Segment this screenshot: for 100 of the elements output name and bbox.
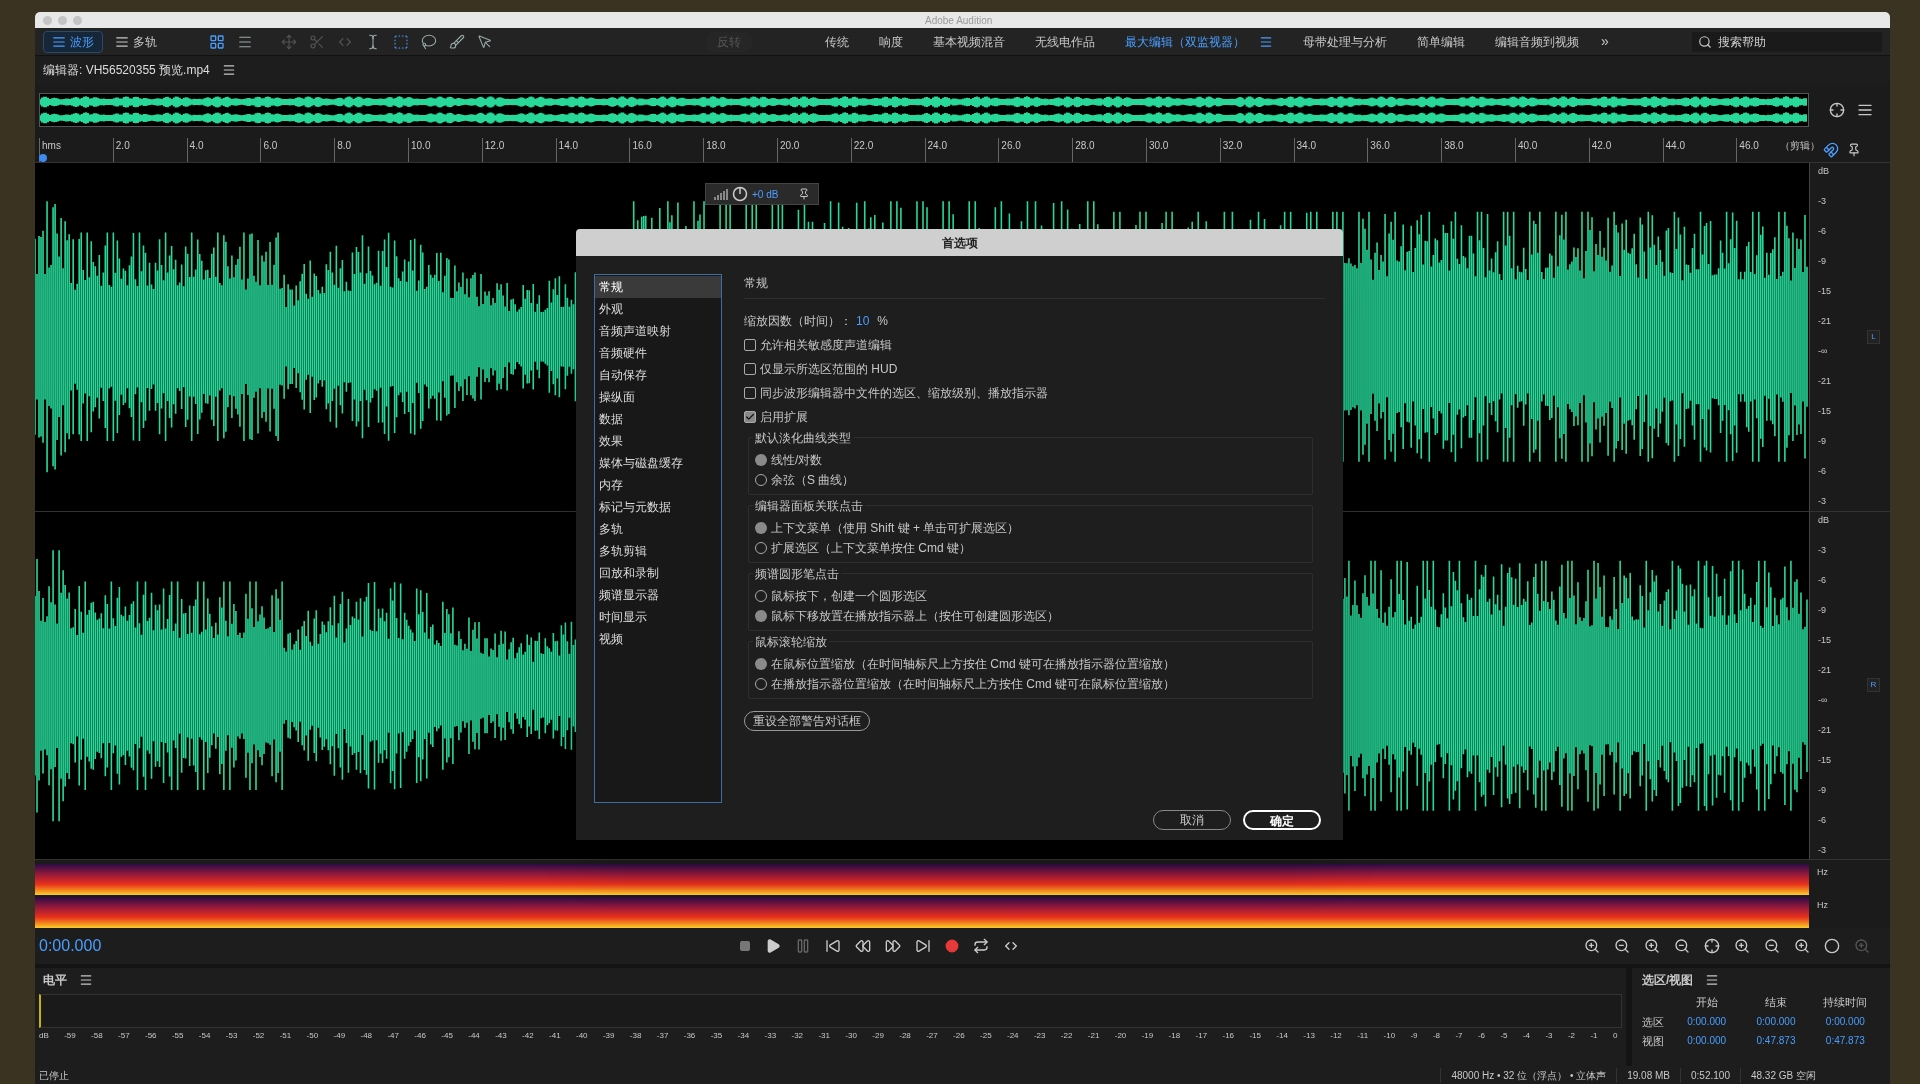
fast-forward-icon[interactable] bbox=[885, 938, 901, 954]
dialog-button[interactable]: 确定 bbox=[1243, 810, 1321, 830]
category-item[interactable]: 音频声道映射 bbox=[595, 320, 721, 342]
hud-panel[interactable]: +0 dB bbox=[705, 183, 820, 205]
ruler-label: 36.0 bbox=[1367, 138, 1442, 162]
meter-scale-label: -4 bbox=[1522, 1030, 1531, 1042]
ruler-label: 12.0 bbox=[481, 138, 556, 162]
meter-scale-label: -50 bbox=[306, 1030, 319, 1042]
checkbox-label: 启用扩展 bbox=[760, 409, 808, 426]
row-label: 视图 bbox=[1642, 1034, 1665, 1049]
play-icon[interactable] bbox=[765, 938, 781, 954]
time-value[interactable]: 0:00.000 bbox=[1741, 1013, 1811, 1030]
time-value[interactable]: 0:47.873 bbox=[1741, 1033, 1811, 1050]
pin-icon[interactable] bbox=[798, 188, 811, 200]
radio-button[interactable] bbox=[755, 454, 767, 466]
workspace-tab[interactable]: 响度 bbox=[879, 32, 903, 51]
category-item[interactable]: 音频硬件 bbox=[595, 342, 721, 364]
meter-scale-label: -42 bbox=[522, 1030, 534, 1042]
workspace-tab[interactable]: 最大编辑（双监视器） bbox=[1125, 32, 1245, 51]
category-item[interactable]: 外观 bbox=[595, 298, 721, 320]
workspace-tab[interactable]: 传统 bbox=[825, 32, 849, 51]
category-item[interactable]: 操纵面 bbox=[595, 386, 721, 408]
volume-knob-icon[interactable] bbox=[732, 186, 748, 202]
time-value[interactable]: 0:47.873 bbox=[1810, 1033, 1880, 1050]
time-value[interactable]: 0:00.000 bbox=[1672, 1033, 1742, 1050]
category-item[interactable]: 多轨 bbox=[595, 518, 721, 540]
workspace-tab[interactable]: 母带处理与分析 bbox=[1303, 32, 1387, 51]
loop-icon[interactable] bbox=[973, 938, 989, 954]
radio-button[interactable] bbox=[755, 522, 767, 534]
zoom-to-fit-icon[interactable] bbox=[1829, 101, 1845, 118]
panel-menu-icon[interactable] bbox=[79, 973, 93, 987]
lasso-tool-icon[interactable] bbox=[421, 33, 437, 50]
category-list[interactable]: 常规 外观 音频声道映射 音频硬件 自动保存 操纵面 数据 效果 媒体与磁盘缓存 内存 标记与元数据 多轨 多轨剪辑 回放和录制 频谱显示器 时间显示 视频 bbox=[594, 274, 722, 803]
meter-scale-label: -24 bbox=[1007, 1030, 1019, 1042]
snap-icon[interactable] bbox=[1823, 142, 1839, 158]
workspace-tab[interactable]: 简单编辑 bbox=[1417, 32, 1465, 51]
ruler-label: 44.0 bbox=[1662, 138, 1737, 162]
category-item[interactable]: 内存 bbox=[595, 474, 721, 496]
more-workspaces-button[interactable]: » bbox=[1601, 31, 1609, 52]
dialog-title: 首选项 bbox=[941, 234, 978, 252]
meter-scale-label: -54 bbox=[198, 1030, 211, 1042]
search-field[interactable]: 搜索帮助 bbox=[1692, 31, 1882, 52]
meter-scale-label: -39 bbox=[602, 1030, 615, 1042]
meter-scale-label: -56 bbox=[145, 1030, 157, 1042]
category-item[interactable]: 效果 bbox=[595, 430, 721, 452]
panel-menu-icon[interactable] bbox=[221, 63, 236, 77]
mode-tab[interactable]: 波形 bbox=[43, 30, 103, 53]
spectrogram-drawing[interactable] bbox=[35, 864, 1809, 895]
checkbox[interactable] bbox=[744, 363, 756, 375]
marquee-tool-icon[interactable] bbox=[393, 33, 409, 50]
meter-scale-label: -46 bbox=[414, 1030, 426, 1042]
pause-icon[interactable] bbox=[795, 938, 811, 954]
meter-scale-label: -57 bbox=[118, 1030, 130, 1042]
workspace-tab[interactable]: 编辑音频到视频 bbox=[1495, 32, 1579, 51]
workspace-tab[interactable]: 无线电作品 bbox=[1035, 32, 1095, 51]
spectrogram-drawing[interactable] bbox=[35, 897, 1809, 928]
time-value[interactable]: 0:00.000 bbox=[1810, 1013, 1880, 1030]
mode-tab[interactable]: 多轨 bbox=[107, 30, 165, 53]
pin-icon[interactable] bbox=[1847, 143, 1861, 157]
playhead-handle[interactable] bbox=[39, 154, 47, 162]
category-item[interactable]: 数据 bbox=[595, 408, 721, 430]
overview-waveform-drawing[interactable] bbox=[39, 92, 1809, 127]
channel-badge[interactable]: R bbox=[1866, 678, 1881, 693]
checkbox[interactable] bbox=[744, 411, 756, 423]
checkbox[interactable] bbox=[744, 387, 756, 399]
meter-scale-label: -58 bbox=[91, 1030, 103, 1042]
category-item[interactable]: 回放和录制 bbox=[595, 562, 721, 584]
workspace-tab[interactable]: 基本视频混音 bbox=[933, 32, 1005, 51]
zoom-factor-value[interactable]: 10 bbox=[856, 312, 870, 330]
brush-tool-icon[interactable] bbox=[449, 33, 465, 50]
meter-scale-label: -22 bbox=[1060, 1030, 1073, 1042]
stop-icon[interactable] bbox=[739, 940, 751, 952]
meter-scale-label: -21 bbox=[1087, 1030, 1100, 1042]
category-item[interactable]: 视频 bbox=[595, 628, 721, 650]
db-label: -15 bbox=[1818, 635, 1832, 645]
category-item[interactable]: 时间显示 bbox=[595, 606, 721, 628]
category-item[interactable]: 媒体与磁盘缓存 bbox=[595, 452, 721, 474]
waveform-view-icon[interactable] bbox=[209, 33, 225, 50]
checkbox[interactable] bbox=[744, 339, 756, 351]
radio-label: 线性/对数 bbox=[771, 452, 823, 469]
skip-back-icon[interactable] bbox=[825, 938, 841, 954]
radio-button[interactable] bbox=[755, 658, 767, 670]
category-item[interactable]: 常规 bbox=[595, 276, 721, 298]
time-value[interactable]: 0:00.000 bbox=[1672, 1013, 1742, 1030]
meter-scale-label: -15 bbox=[1249, 1030, 1261, 1042]
category-item[interactable]: 标记与元数据 bbox=[595, 496, 721, 518]
record-icon[interactable] bbox=[945, 939, 959, 953]
panel-menu-icon[interactable] bbox=[1705, 973, 1720, 987]
radio-button[interactable] bbox=[755, 610, 767, 622]
category-item[interactable]: 自动保存 bbox=[595, 364, 721, 386]
menu-icon[interactable] bbox=[1259, 34, 1273, 49]
ruler-label: 10.0 bbox=[408, 138, 482, 162]
editor-title: 编辑器: VH56520355 预览.mp4 bbox=[43, 62, 210, 79]
radio-label: 鼠标按下，创建一个圆形选区 bbox=[771, 588, 927, 605]
category-item[interactable]: 多轨剪辑 bbox=[595, 540, 721, 562]
channel-badge[interactable]: L bbox=[1867, 329, 1880, 344]
status-text: 0:52.100 bbox=[1680, 1067, 1740, 1083]
rewind-icon[interactable] bbox=[855, 938, 871, 954]
category-item[interactable]: 频谱显示器 bbox=[595, 584, 721, 606]
skip-forward-icon[interactable] bbox=[915, 938, 931, 954]
